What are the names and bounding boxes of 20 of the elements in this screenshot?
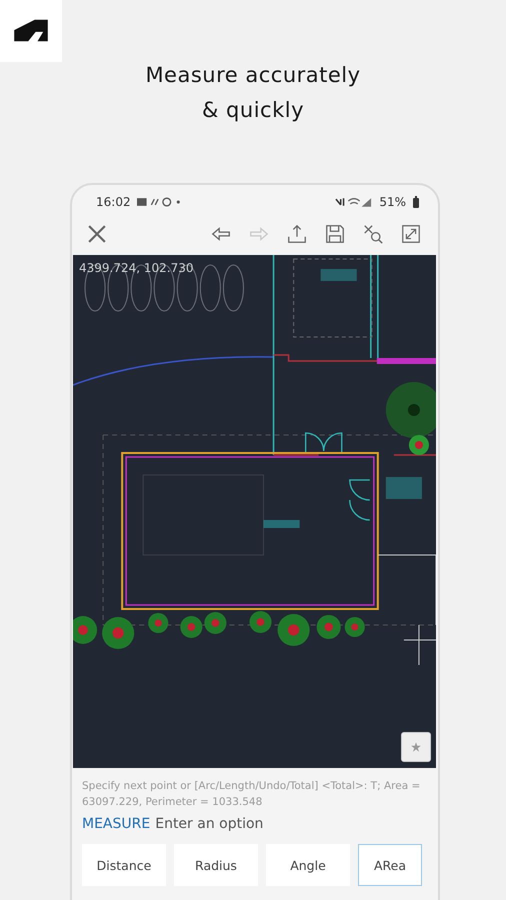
star-icon	[410, 741, 422, 753]
option-button[interactable]: ARea	[358, 844, 422, 886]
signal-icons	[335, 196, 374, 208]
drawing-canvas[interactable]: 4399.724, 102.730	[73, 255, 436, 768]
close-icon	[86, 223, 108, 245]
cursor-coordinates: 4399.724, 102.730	[79, 261, 194, 275]
option-button[interactable]: Distance	[82, 844, 166, 886]
headline-text: & quickly	[202, 97, 304, 124]
option-button[interactable]: Angle	[266, 844, 350, 886]
option-button[interactable]: Radius	[174, 844, 258, 886]
status-time: 16:02	[96, 195, 131, 209]
expand-icon	[400, 223, 422, 245]
command-prompt: Enter an option	[155, 816, 264, 832]
upload-icon	[286, 223, 308, 245]
command-name: MEASURE	[82, 816, 150, 832]
headline-text: Measure accurately	[145, 62, 361, 89]
measure-search-icon	[362, 223, 384, 245]
command-history: Specify next point or [Arc/Length/Undo/Total] <Total>: T; Area = 63097.229, Perimeter = 1033.548	[82, 779, 422, 810]
battery-icon	[412, 196, 420, 208]
battery-percent: 51%	[379, 195, 406, 209]
